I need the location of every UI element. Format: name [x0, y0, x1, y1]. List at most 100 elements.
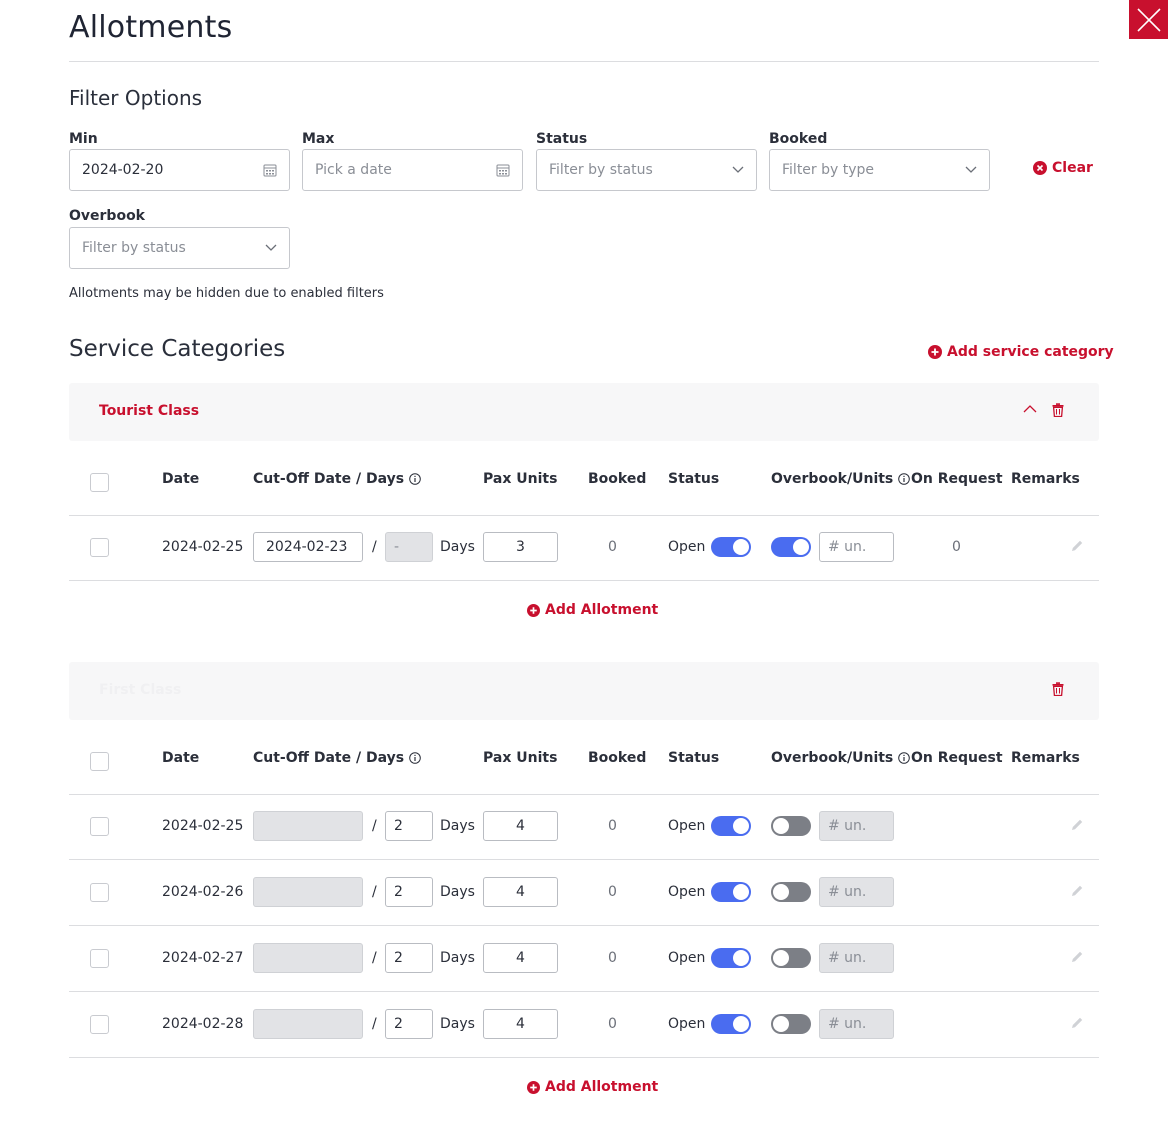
select-all-checkbox[interactable] — [90, 752, 109, 771]
close-icon — [1136, 7, 1161, 32]
info-icon[interactable] — [898, 473, 911, 485]
cutoff-days-input[interactable]: 2 — [385, 877, 433, 907]
status-toggle[interactable] — [711, 882, 751, 902]
max-date-input[interactable]: Pick a date — [302, 149, 523, 191]
col-cutoff-label: Cut-Off Date / Days — [253, 750, 405, 766]
toggle-knob — [793, 539, 809, 555]
row-checkbox[interactable] — [90, 883, 109, 902]
pencil-icon[interactable] — [1070, 950, 1084, 964]
status-toggle[interactable] — [711, 948, 751, 968]
table-header: Date Cut-Off Date / Days Pax Units Booke… — [69, 448, 1099, 516]
category-header-first-class[interactable]: First Class — [69, 662, 1099, 720]
row-checkbox[interactable] — [90, 538, 109, 557]
chevron-down-icon — [265, 244, 277, 251]
plus-circle-icon — [527, 603, 540, 617]
trash-icon[interactable] — [1052, 403, 1064, 417]
cutoff-days-input[interactable]: 2 — [385, 943, 433, 973]
overbook-units-input: # un. — [819, 943, 894, 973]
min-date-input[interactable]: 2024-02-20 — [69, 149, 290, 191]
col-overbook-label: Overbook/Units — [771, 471, 894, 487]
title-divider — [69, 61, 1099, 62]
overbook-toggle[interactable] — [771, 1014, 811, 1034]
chevron-down-icon — [732, 166, 744, 173]
category-header-tourist-class[interactable]: Tourist Class — [69, 383, 1099, 441]
col-date: Date — [162, 471, 200, 487]
booked-value: 0 — [608, 818, 617, 834]
max-label: Max — [302, 131, 335, 147]
info-icon[interactable] — [898, 752, 911, 764]
pax-units-input[interactable]: 4 — [483, 1009, 558, 1039]
info-icon[interactable] — [409, 473, 421, 485]
trash-icon[interactable] — [1052, 682, 1064, 696]
pax-units-input[interactable]: 3 — [483, 532, 558, 562]
overbook-toggle[interactable] — [771, 882, 811, 902]
row-checkbox[interactable] — [90, 817, 109, 836]
booked-filter-select[interactable]: Filter by type — [769, 149, 990, 191]
add-allotment-button[interactable]: Add Allotment — [527, 602, 658, 618]
overbook-toggle[interactable] — [771, 816, 811, 836]
select-all-checkbox[interactable] — [90, 473, 109, 492]
plus-circle-icon — [527, 1080, 540, 1094]
cutoff-separator: / — [372, 1016, 377, 1032]
pax-units-input[interactable]: 4 — [483, 877, 558, 907]
pencil-icon[interactable] — [1070, 884, 1084, 898]
pencil-icon[interactable] — [1070, 1016, 1084, 1030]
min-date-value: 2024-02-20 — [82, 162, 164, 178]
row-date: 2024-02-26 — [162, 884, 244, 900]
col-overbook-label: Overbook/Units — [771, 750, 894, 766]
cutoff-date-input — [253, 877, 363, 907]
status-toggle[interactable] — [711, 1014, 751, 1034]
cutoff-days-input[interactable]: 2 — [385, 811, 433, 841]
days-label: Days — [440, 1016, 475, 1032]
pax-units-input[interactable]: 4 — [483, 811, 558, 841]
toggle-knob — [733, 1016, 749, 1032]
clear-filters-label: Clear — [1052, 160, 1093, 176]
pax-units-input[interactable]: 4 — [483, 943, 558, 973]
cutoff-date-input — [253, 811, 363, 841]
booked-filter-placeholder: Filter by type — [782, 162, 875, 178]
add-allotment-label: Add Allotment — [545, 602, 659, 618]
filters-hint: Allotments may be hidden due to enabled … — [69, 286, 384, 301]
chevron-up-icon[interactable] — [1023, 404, 1037, 414]
info-icon[interactable] — [409, 752, 421, 764]
overbook-toggle[interactable] — [771, 948, 811, 968]
col-date: Date — [162, 750, 200, 766]
status-label: Status — [536, 131, 588, 147]
row-checkbox[interactable] — [90, 949, 109, 968]
status-toggle[interactable] — [711, 816, 751, 836]
table-row: 2024-02-28 / 2 Days 4 0 Open # un. — [69, 992, 1099, 1058]
cutoff-date-input — [253, 1009, 363, 1039]
table-header: Date Cut-Off Date / Days Pax Units Booke… — [69, 727, 1099, 795]
times-circle-icon — [1033, 161, 1047, 175]
cutoff-days-input[interactable]: 2 — [385, 1009, 433, 1039]
add-service-category-button[interactable]: Add service category — [928, 344, 1114, 360]
max-date-placeholder: Pick a date — [315, 162, 392, 178]
col-on-request: On Request — [911, 471, 1003, 487]
toggle-knob — [733, 950, 749, 966]
category-name: First Class — [99, 682, 182, 698]
toggle-knob — [733, 539, 749, 555]
table-row: 2024-02-25 2024-02-23 / - Days 3 0 Open … — [69, 515, 1099, 581]
plus-circle-icon — [928, 345, 942, 359]
table-row: 2024-02-25 / 2 Days 4 0 Open # un. — [69, 794, 1099, 860]
status-filter-select[interactable]: Filter by status — [536, 149, 757, 191]
days-label: Days — [440, 950, 475, 966]
pencil-icon[interactable] — [1070, 818, 1084, 832]
status-value: Open — [668, 1016, 706, 1032]
toggle-knob — [733, 884, 749, 900]
pencil-icon[interactable] — [1070, 539, 1084, 553]
status-toggle[interactable] — [711, 537, 751, 557]
cutoff-date-input[interactable]: 2024-02-23 — [253, 532, 363, 562]
overbook-filter-select[interactable]: Filter by status — [69, 227, 290, 269]
category-name: Tourist Class — [99, 403, 200, 419]
row-checkbox[interactable] — [90, 1015, 109, 1034]
overbook-toggle[interactable] — [771, 537, 811, 557]
row-date: 2024-02-25 — [162, 539, 244, 555]
add-allotment-button[interactable]: Add Allotment — [527, 1079, 658, 1095]
col-on-request: On Request — [911, 750, 1003, 766]
overbook-label: Overbook — [69, 208, 145, 224]
close-button[interactable] — [1129, 0, 1168, 39]
col-status: Status — [668, 750, 720, 766]
clear-filters-button[interactable]: Clear — [1033, 160, 1093, 176]
overbook-units-input[interactable]: # un. — [819, 532, 894, 562]
